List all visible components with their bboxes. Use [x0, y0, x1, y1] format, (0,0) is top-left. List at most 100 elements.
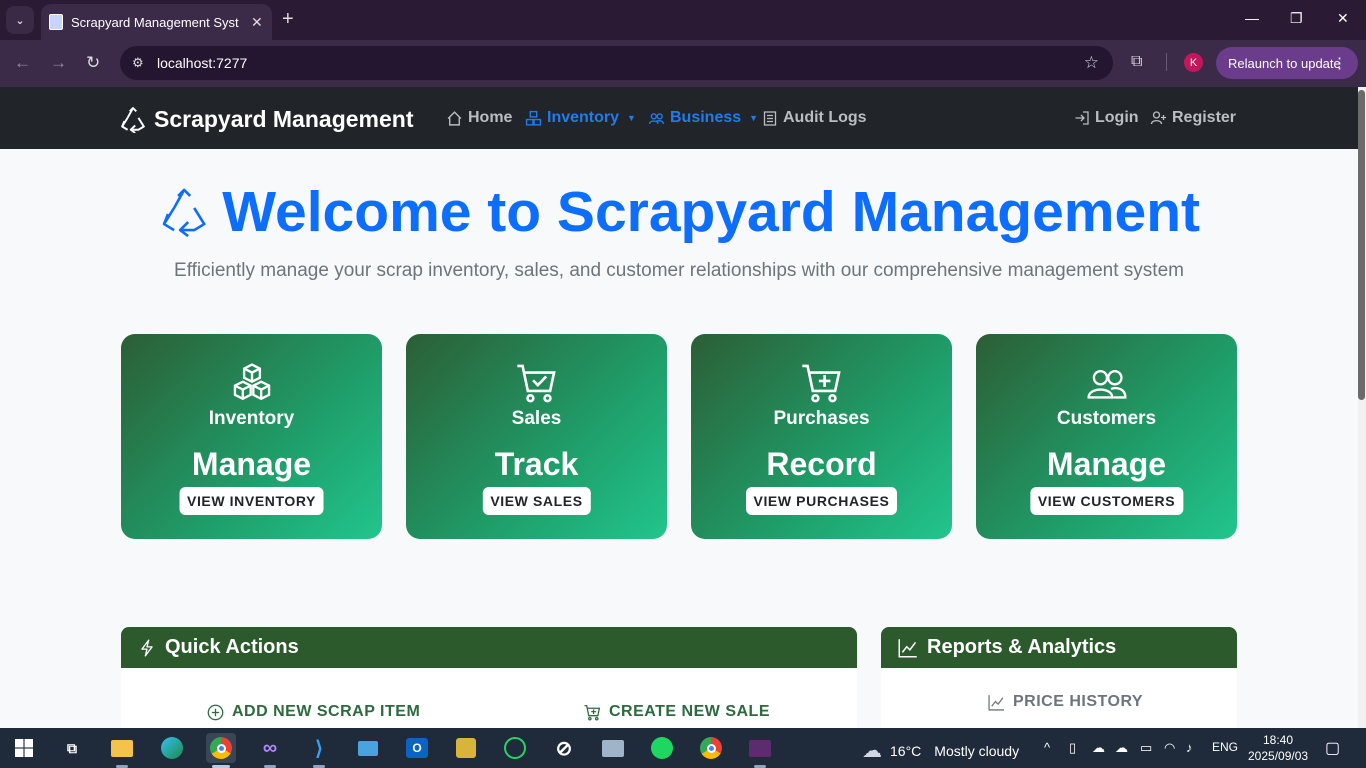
add-scrap-item-label: ADD NEW SCRAP ITEM — [232, 703, 421, 720]
card-action: Manage — [191, 446, 312, 482]
tab-close-icon[interactable]: ✕ — [251, 14, 263, 31]
price-history-link[interactable]: PRICE HISTORY — [988, 693, 1143, 711]
task-view-icon[interactable]: ⧉ — [57, 733, 87, 763]
notification-icon[interactable]: ▢ — [1325, 738, 1340, 758]
view-customers-button[interactable]: VIEW CUSTOMERS — [1029, 487, 1184, 515]
nav-audit-logs-label: Audit Logs — [783, 109, 867, 126]
edge-browser-icon[interactable] — [157, 733, 187, 763]
spotify-icon[interactable] — [647, 733, 677, 763]
wifi-icon[interactable]: ◠ — [1164, 740, 1175, 756]
tray-app-icon[interactable]: ▯ — [1069, 740, 1076, 756]
recycle-icon — [121, 106, 145, 133]
menu-dots-icon[interactable]: ⋮ — [1332, 54, 1347, 72]
onedrive-personal-icon[interactable]: ☁ — [1115, 740, 1128, 756]
plus-circle-icon — [207, 704, 224, 720]
purchases-card: Purchases Record VIEW PURCHASES — [691, 334, 952, 539]
outlook-icon[interactable]: O — [402, 733, 432, 763]
card-action: Track — [494, 446, 579, 482]
card-label: Inventory — [208, 408, 295, 429]
snipping-tool-icon[interactable] — [451, 733, 481, 763]
person-plus-icon — [1150, 111, 1166, 125]
language-indicator[interactable]: ENG — [1212, 740, 1238, 754]
photos-app-icon[interactable] — [598, 733, 628, 763]
add-scrap-item-link[interactable]: ADD NEW SCRAP ITEM — [207, 703, 420, 721]
nav-home-label: Home — [468, 109, 513, 126]
reports-title: Reports & Analytics — [927, 636, 1117, 658]
create-sale-label: CREATE NEW SALE — [609, 703, 770, 720]
reports-panel: Reports & Analytics — [881, 627, 1237, 728]
bookmark-star-icon[interactable]: ☆ — [1084, 53, 1099, 73]
nav-inventory-dropdown[interactable]: Inventory ▼ — [525, 109, 636, 127]
back-icon[interactable]: ← — [14, 53, 31, 73]
cart-plus-icon — [584, 704, 601, 720]
page-favicon-icon — [49, 14, 63, 30]
create-sale-link[interactable]: CREATE NEW SALE — [584, 703, 770, 721]
volume-icon[interactable]: ♪ — [1186, 740, 1193, 755]
profile-avatar[interactable]: K — [1184, 53, 1203, 72]
view-purchases-button[interactable]: VIEW PURCHASES — [745, 487, 898, 515]
nav-audit-logs[interactable]: Audit Logs — [762, 109, 867, 127]
nav-home[interactable]: Home — [446, 109, 512, 127]
view-sales-button[interactable]: VIEW SALES — [482, 487, 591, 515]
sync-app-icon[interactable]: ⊘ — [549, 733, 579, 763]
people-icon — [1086, 370, 1127, 399]
view-inventory-button[interactable]: VIEW INVENTORY — [179, 487, 324, 515]
line-chart-icon — [988, 694, 1004, 711]
restore-icon[interactable]: ❐ — [1290, 10, 1303, 27]
login-icon — [1075, 111, 1089, 125]
visual-studio-icon[interactable]: ∞ — [255, 733, 285, 763]
site-brand[interactable]: Scrapyard Management — [120, 106, 413, 133]
price-history-label: PRICE HISTORY — [1013, 693, 1144, 710]
scrollbar-thumb[interactable] — [1358, 90, 1365, 400]
extensions-icon[interactable]: ⧉ — [1131, 53, 1142, 71]
tab-title: Scrapyard Management System — [71, 14, 239, 30]
minimize-icon[interactable]: — — [1245, 10, 1259, 26]
card-label: Sales — [511, 408, 562, 429]
journal-icon — [763, 110, 777, 126]
chrome-profile-icon[interactable] — [696, 733, 726, 763]
new-tab-icon[interactable]: + — [282, 8, 294, 31]
windows-start-icon[interactable] — [9, 733, 39, 763]
lightning-icon — [141, 638, 153, 657]
weather-desc: Mostly cloudy — [934, 742, 1020, 759]
address-bar[interactable]: ⚙ localhost:7277 ☆ — [120, 46, 1113, 80]
cart-check-icon — [516, 364, 556, 403]
nav-login[interactable]: Login — [1074, 109, 1139, 127]
card-action: Record — [766, 446, 877, 482]
file-explorer-icon[interactable] — [107, 733, 137, 763]
toolbar-divider — [1166, 53, 1167, 71]
caret-down-icon: ▼ — [627, 113, 636, 123]
url-text: localhost:7277 — [157, 55, 248, 71]
chrome-icon[interactable] — [206, 733, 236, 763]
reload-icon[interactable]: ↻ — [86, 53, 100, 73]
vscode-icon[interactable]: ⟩ — [304, 733, 334, 763]
caret-down-icon: ▼ — [749, 113, 759, 123]
weather-widget[interactable]: ☁ 16°C Mostly cloudy — [862, 738, 1019, 763]
boxes-icon — [233, 363, 270, 401]
house-icon — [447, 110, 462, 126]
nav-register-label: Register — [1172, 109, 1237, 126]
nav-business-dropdown[interactable]: Business ▼ — [648, 109, 758, 127]
tab-search-button[interactable]: ⌄ — [6, 6, 34, 34]
site-info-icon[interactable]: ⚙ — [132, 55, 157, 71]
terminal-app-icon[interactable] — [353, 733, 383, 763]
onedrive-icon[interactable]: ☁ — [1092, 740, 1105, 756]
cloud-sun-icon: ☁ — [862, 740, 882, 762]
card-label: Purchases — [773, 408, 870, 429]
clock-time: 18:40 — [1262, 733, 1294, 747]
browser-tab[interactable]: Scrapyard Management System ✕ — [41, 4, 272, 40]
clock-date: 2025/09/03 — [1248, 749, 1309, 763]
windows-taskbar — [0, 728, 1366, 768]
quick-actions-header: Quick Actions — [121, 627, 857, 668]
close-window-icon[interactable]: ✕ — [1337, 10, 1349, 27]
page-title: Welcome to Scrapyard Management — [160, 176, 1200, 248]
terminal-icon[interactable] — [745, 733, 775, 763]
forward-icon[interactable]: → — [50, 53, 67, 73]
nav-register[interactable]: Register — [1150, 109, 1236, 127]
whatsapp-icon[interactable] — [500, 733, 530, 763]
system-clock[interactable]: 18:40 2025/09/03 — [1248, 732, 1308, 764]
tray-overflow-icon[interactable]: ^ — [1044, 740, 1050, 755]
boxes-icon — [525, 110, 542, 126]
relaunch-button[interactable]: Relaunch to update ⋮ — [1216, 47, 1358, 79]
battery-icon[interactable]: ▭ — [1140, 740, 1152, 756]
